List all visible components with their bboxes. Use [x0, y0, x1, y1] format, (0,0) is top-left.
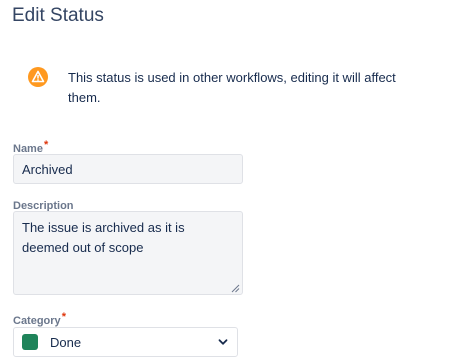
page-title: Edit Status	[12, 5, 104, 26]
category-selected-value: Done	[50, 334, 82, 350]
description-textarea[interactable]: The issue is archived as it is deemed ou…	[13, 211, 243, 295]
category-color-swatch	[22, 334, 38, 350]
category-label-text: Category	[13, 315, 61, 327]
name-required-marker: *	[43, 139, 49, 151]
category-select[interactable]: Done	[13, 327, 238, 357]
warning-icon	[28, 67, 48, 87]
edit-status-dialog: Edit Status This status is used in other…	[0, 0, 474, 361]
warning-text: This status is used in other workflows, …	[68, 70, 396, 105]
category-label: Category*	[13, 311, 66, 328]
name-input[interactable]	[13, 154, 243, 184]
category-required-marker: *	[61, 311, 66, 323]
resize-handle-icon[interactable]	[230, 283, 240, 293]
chevron-down-icon[interactable]	[217, 336, 229, 348]
